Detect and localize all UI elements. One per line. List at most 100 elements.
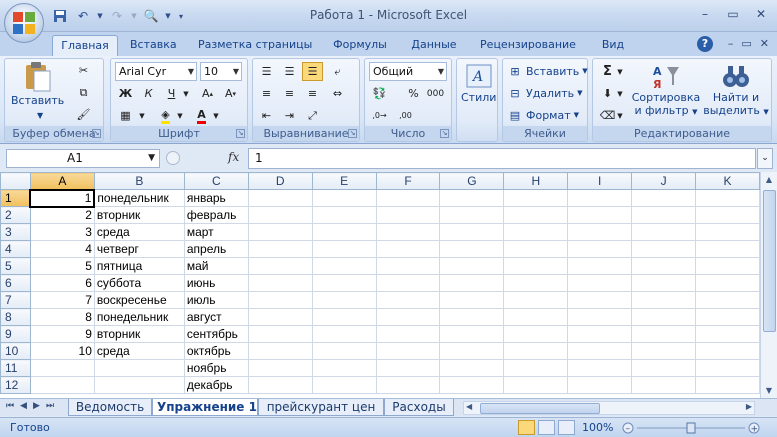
fill-color-icon[interactable]: ◈: [155, 106, 176, 125]
cell-empty[interactable]: [247, 359, 313, 377]
cell-empty[interactable]: [695, 240, 760, 258]
cell-c[interactable]: март: [183, 223, 249, 241]
worksheet-grid[interactable]: A B C D E F G H I J K 1 1 понедельник январ…: [0, 172, 760, 398]
cell-a[interactable]: 8: [29, 308, 95, 326]
tab-formulas[interactable]: Формулы: [326, 35, 394, 56]
column-header[interactable]: K: [695, 172, 760, 190]
cell-empty[interactable]: [439, 274, 505, 292]
cell-empty[interactable]: [247, 274, 313, 292]
cell-empty[interactable]: [439, 189, 505, 207]
cell-empty[interactable]: [631, 308, 697, 326]
maximize-icon[interactable]: ▭: [723, 6, 743, 22]
tab-page-layout[interactable]: Разметка страницы: [192, 35, 316, 56]
cell-empty[interactable]: [631, 223, 697, 241]
page-layout-view-icon[interactable]: [538, 420, 555, 435]
cell-empty[interactable]: [503, 223, 569, 241]
cell-empty[interactable]: [247, 206, 313, 224]
formula-input[interactable]: 1: [248, 148, 756, 169]
cell-empty[interactable]: [567, 291, 633, 309]
cell-empty[interactable]: [503, 240, 569, 258]
help-icon[interactable]: ?: [697, 36, 713, 52]
cell-empty[interactable]: [375, 257, 441, 275]
underline-icon[interactable]: Ч: [161, 84, 182, 103]
cell-c[interactable]: июль: [183, 291, 249, 309]
cell-a[interactable]: [29, 359, 95, 377]
tab-insert[interactable]: Вставка: [124, 35, 182, 56]
cell-empty[interactable]: [503, 206, 569, 224]
sheet-tab-exercise-1[interactable]: Упражнение 1: [152, 399, 258, 416]
first-sheet-icon[interactable]: ⏮: [6, 401, 14, 411]
cell-c[interactable]: февраль: [183, 206, 249, 224]
tab-view[interactable]: Вид: [592, 35, 634, 56]
tab-data[interactable]: Данные: [404, 35, 464, 56]
tab-review[interactable]: Рецензирование: [474, 35, 582, 56]
decrease-indent-icon[interactable]: ⇤: [256, 106, 277, 125]
scroll-right-icon[interactable]: ▶: [746, 402, 752, 411]
cell-empty[interactable]: [247, 308, 313, 326]
office-button[interactable]: [4, 3, 44, 43]
cell-empty[interactable]: [439, 376, 505, 394]
cell-empty[interactable]: [503, 274, 569, 292]
cell-empty[interactable]: [439, 240, 505, 258]
cell-empty[interactable]: [503, 376, 569, 394]
cell-empty[interactable]: [567, 206, 633, 224]
column-header[interactable]: F: [375, 172, 441, 190]
cell-empty[interactable]: [247, 240, 313, 258]
sheet-tab-vedomost[interactable]: Ведомость: [68, 399, 152, 416]
cell-empty[interactable]: [567, 359, 633, 377]
merge-center-icon[interactable]: ⇔: [327, 84, 348, 103]
decrease-decimal-icon[interactable]: ,00: [395, 106, 416, 125]
column-header[interactable]: D: [247, 172, 313, 190]
cell-b[interactable]: понедельник: [93, 189, 185, 207]
cut-icon[interactable]: ✂: [73, 61, 94, 80]
cell-empty[interactable]: [631, 325, 697, 343]
row-header[interactable]: 4: [0, 240, 31, 258]
cell-empty[interactable]: [631, 189, 697, 207]
row-header[interactable]: 5: [0, 257, 31, 275]
cell-empty[interactable]: [631, 274, 697, 292]
cell-empty[interactable]: [695, 223, 760, 241]
tab-home[interactable]: Главная: [52, 35, 118, 56]
cell-empty[interactable]: [311, 325, 377, 343]
font-launcher-icon[interactable]: ↘: [236, 129, 245, 138]
cell-a[interactable]: 9: [29, 325, 95, 343]
fill-color-dropdown-icon[interactable]: ▼: [175, 106, 185, 125]
row-header[interactable]: 6: [0, 274, 31, 292]
align-right-icon[interactable]: ≡: [302, 84, 323, 103]
column-header[interactable]: H: [503, 172, 569, 190]
italic-icon[interactable]: К: [138, 84, 159, 103]
row-header[interactable]: 11: [0, 359, 31, 377]
cell-b[interactable]: вторник: [93, 325, 185, 343]
last-sheet-icon[interactable]: ⏭: [46, 401, 54, 411]
sheet-tab-price-list[interactable]: прейскурант цен: [258, 399, 384, 416]
align-bottom-icon[interactable]: ☰: [302, 62, 323, 81]
cell-b[interactable]: среда: [93, 223, 185, 241]
cell-a[interactable]: [29, 376, 95, 394]
workbook-close-icon[interactable]: ✕: [760, 37, 769, 50]
cell-empty[interactable]: [375, 274, 441, 292]
close-icon[interactable]: ✕: [751, 6, 771, 22]
normal-view-icon[interactable]: [518, 420, 535, 435]
cell-a[interactable]: 7: [29, 291, 95, 309]
cell-empty[interactable]: [311, 308, 377, 326]
cell-empty[interactable]: [439, 257, 505, 275]
cell-empty[interactable]: [567, 257, 633, 275]
cell-empty[interactable]: [503, 257, 569, 275]
ribbon-minimize-icon[interactable]: –: [728, 37, 734, 50]
cell-a[interactable]: 3: [29, 223, 95, 241]
scroll-down-icon[interactable]: ▼: [762, 383, 776, 398]
cell-empty[interactable]: [631, 257, 697, 275]
bold-icon[interactable]: Ж: [115, 84, 136, 103]
cell-empty[interactable]: [311, 257, 377, 275]
cell-empty[interactable]: [503, 189, 569, 207]
cell-c[interactable]: октябрь: [183, 342, 249, 360]
align-center-icon[interactable]: ≡: [279, 84, 300, 103]
cell-empty[interactable]: [311, 206, 377, 224]
number-launcher-icon[interactable]: ↘: [440, 129, 449, 138]
cell-b[interactable]: вторник: [93, 206, 185, 224]
cell-empty[interactable]: [439, 223, 505, 241]
fill-dropdown-icon[interactable]: ▼: [615, 84, 625, 103]
cell-empty[interactable]: [247, 376, 313, 394]
ribbon-restore-icon[interactable]: ▭: [741, 37, 751, 50]
cell-empty[interactable]: [375, 308, 441, 326]
